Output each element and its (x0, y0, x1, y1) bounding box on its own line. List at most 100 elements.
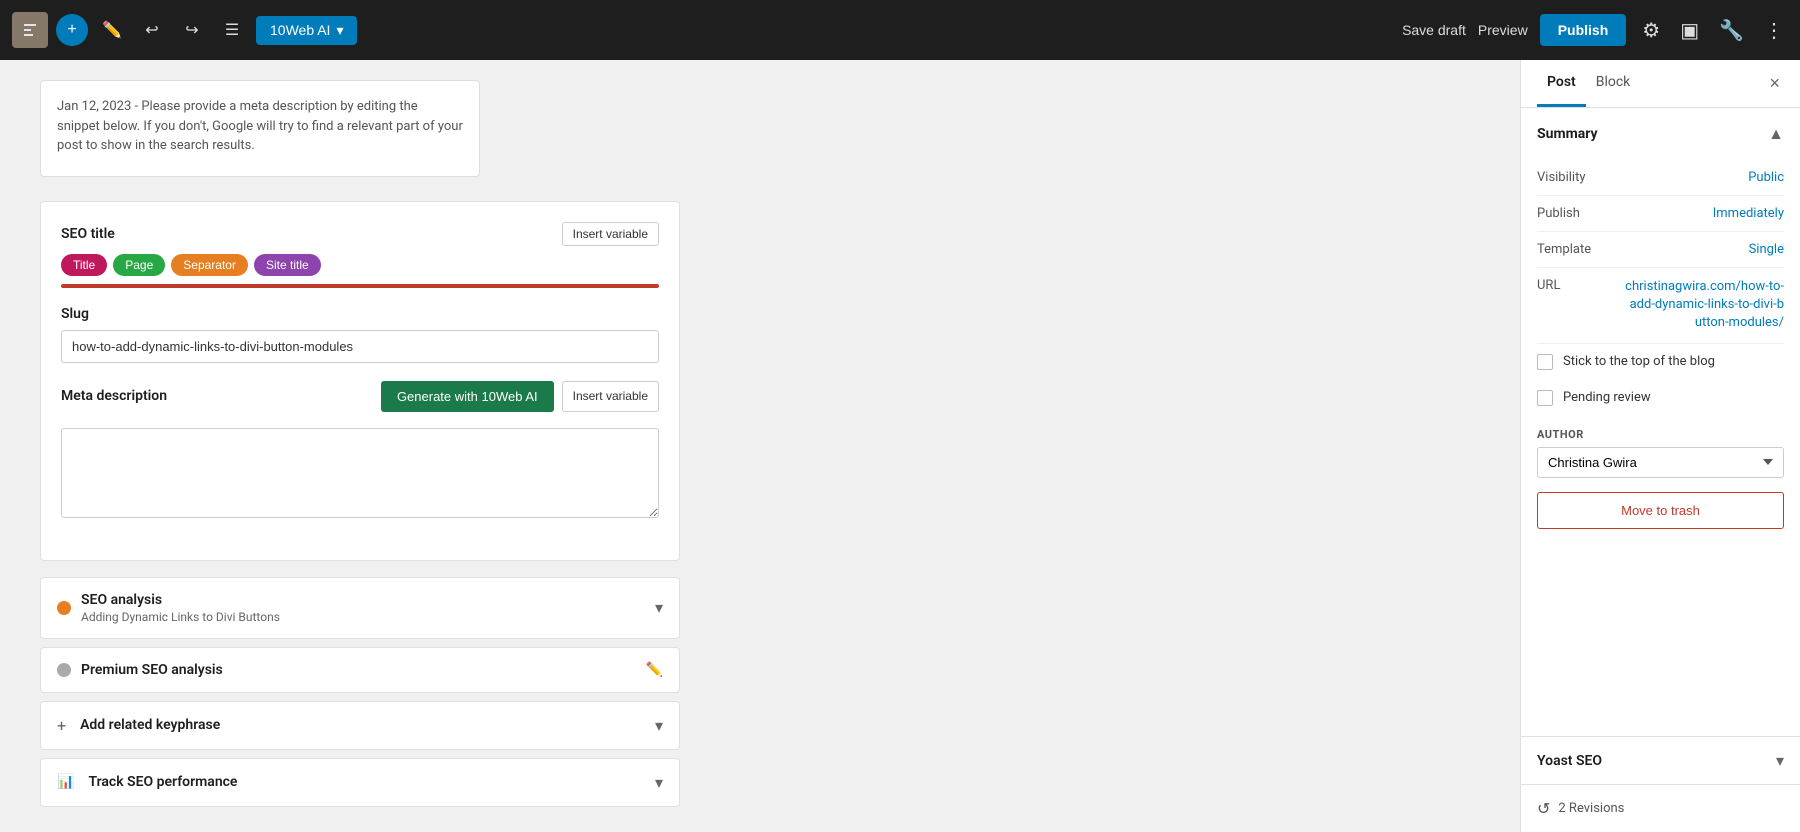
stick-top-label: Stick to the top of the blog (1563, 354, 1715, 369)
tag-separator[interactable]: Separator (171, 254, 248, 276)
premium-seo-header[interactable]: Premium SEO analysis ✏️ (41, 648, 679, 692)
summary-title: Summary (1537, 126, 1598, 142)
seo-analysis-subtitle: Adding Dynamic Links to Divi Buttons (81, 610, 280, 624)
seo-analysis-header[interactable]: SEO analysis Adding Dynamic Links to Div… (41, 578, 679, 638)
url-value[interactable]: christinagwira.com/how-to-add-dynamic-li… (1624, 278, 1784, 333)
visibility-row: Visibility Public (1537, 160, 1784, 196)
visibility-label: Visibility (1537, 170, 1586, 185)
premium-seo-title: Premium SEO analysis (81, 662, 223, 678)
stick-top-checkbox[interactable] (1537, 354, 1553, 370)
seo-title-label: SEO title Insert variable (61, 222, 659, 246)
sidebar-tabs: Post Block × (1521, 60, 1800, 108)
template-value[interactable]: Single (1749, 242, 1784, 257)
tag-title[interactable]: Title (61, 254, 107, 276)
publish-value[interactable]: Immediately (1713, 206, 1784, 221)
tab-block[interactable]: Block (1586, 60, 1641, 107)
settings-icon[interactable]: ⚙ (1638, 14, 1664, 47)
tag-site-title[interactable]: Site title (254, 254, 321, 276)
track-seo-header[interactable]: 📊 Track SEO performance ▾ (41, 759, 679, 806)
yoast-title: Yoast SEO (1537, 753, 1602, 769)
generate-button[interactable]: Generate with 10Web AI (381, 381, 554, 412)
edit-icon[interactable]: ✏️ (646, 662, 663, 678)
summary-header: Summary ▲ (1537, 124, 1784, 144)
slug-field: Slug (61, 306, 659, 363)
chevron-down-icon: ▾ (336, 22, 343, 39)
undo-button[interactable]: ↩ (136, 14, 168, 46)
revisions-section: ↺ 2 Revisions (1521, 784, 1800, 832)
stick-top-row: Stick to the top of the blog (1537, 344, 1784, 380)
tag-row: Title Page Separator Site title (61, 254, 659, 276)
chevron-down-icon: ▾ (655, 598, 663, 617)
right-sidebar: Post Block × Summary ▲ Visibility Public… (1520, 60, 1800, 832)
premium-seo-accordion: Premium SEO analysis ✏️ (40, 647, 680, 693)
publish-button[interactable]: Publish (1540, 14, 1627, 46)
collapse-summary-button[interactable]: ▲ (1768, 124, 1784, 144)
seo-status-dot (57, 601, 71, 615)
yoast-seo-section: Yoast SEO ▾ (1521, 736, 1800, 784)
accordion-right: ▾ (655, 773, 663, 792)
edit-button[interactable]: ✏️ (96, 14, 128, 46)
yoast-chevron-icon[interactable]: ▾ (1776, 751, 1784, 770)
seo-analysis-accordion: SEO analysis Adding Dynamic Links to Div… (40, 577, 680, 639)
slug-input[interactable] (61, 330, 659, 363)
accordion-left: Premium SEO analysis (57, 662, 223, 678)
meta-description-label: Meta description (61, 388, 167, 404)
sidebar-content: Summary ▲ Visibility Public Publish Imme… (1521, 108, 1800, 736)
seo-analysis-info: SEO analysis Adding Dynamic Links to Div… (81, 592, 280, 624)
preview-button[interactable]: Preview (1478, 22, 1528, 38)
accordion-left: + Add related keyphrase (57, 716, 220, 735)
insert-variable-button-2[interactable]: Insert variable (562, 381, 659, 412)
publish-label: Publish (1537, 206, 1580, 221)
redo-button[interactable]: ↪ (176, 14, 208, 46)
pending-review-label: Pending review (1563, 390, 1651, 405)
accordion-sections: SEO analysis Adding Dynamic Links to Div… (40, 577, 680, 807)
tag-page[interactable]: Page (113, 254, 165, 276)
seo-analysis-title: SEO analysis (81, 592, 280, 608)
add-keyphrase-accordion: + Add related keyphrase ▾ (40, 701, 680, 750)
url-label: URL (1537, 278, 1560, 293)
pending-review-checkbox[interactable] (1537, 390, 1553, 406)
seo-title-field: SEO title Insert variable Title Page Sep… (61, 222, 659, 288)
extensions-icon[interactable]: 🔧 (1715, 14, 1748, 47)
site-logo[interactable] (12, 12, 48, 48)
track-seo-title: Track SEO performance (88, 774, 237, 790)
meta-actions: Generate with 10Web AI Insert variable (381, 381, 659, 412)
chart-icon: 📊 (57, 774, 74, 790)
tab-post[interactable]: Post (1537, 60, 1586, 107)
template-label: Template (1537, 242, 1591, 257)
more-options-icon[interactable]: ⋮ (1760, 14, 1788, 47)
revisions-icon: ↺ (1537, 799, 1550, 818)
snippet-card: Jan 12, 2023 - Please provide a meta des… (40, 80, 480, 177)
move-to-trash-button[interactable]: Move to trash (1537, 492, 1784, 529)
insert-variable-button[interactable]: Insert variable (562, 222, 659, 246)
add-keyphrase-header[interactable]: + Add related keyphrase ▾ (41, 702, 679, 749)
premium-seo-dot (57, 663, 71, 677)
visibility-value[interactable]: Public (1748, 170, 1784, 185)
url-row: URL christinagwira.com/how-to-add-dynami… (1537, 268, 1784, 344)
add-block-button[interactable]: + (56, 14, 88, 46)
template-row: Template Single (1537, 232, 1784, 268)
author-select[interactable]: Christina Gwira (1537, 447, 1784, 478)
main-layout: Jan 12, 2023 - Please provide a meta des… (0, 60, 1800, 832)
tools-button[interactable]: ☰ (216, 14, 248, 46)
seo-section: SEO title Insert variable Title Page Sep… (40, 201, 680, 561)
pending-review-row: Pending review (1537, 380, 1784, 416)
editor-area: Jan 12, 2023 - Please provide a meta des… (0, 60, 1520, 832)
accordion-left: SEO analysis Adding Dynamic Links to Div… (57, 592, 280, 624)
chevron-down-icon: ▾ (655, 773, 663, 792)
meta-description-textarea[interactable] (61, 428, 659, 518)
save-draft-button[interactable]: Save draft (1402, 22, 1466, 38)
accordion-right: ▾ (655, 716, 663, 735)
chevron-down-icon: ▾ (655, 716, 663, 735)
layout-icon[interactable]: ▣ (1676, 14, 1703, 47)
snippet-date: Jan 12, 2023 - Please provide a meta des… (57, 97, 463, 156)
close-sidebar-button[interactable]: × (1765, 69, 1784, 98)
meta-description-field: Meta description Generate with 10Web AI … (61, 381, 659, 522)
meta-desc-header: Meta description Generate with 10Web AI … (61, 381, 659, 420)
ai-button[interactable]: 10Web AI ▾ (256, 16, 357, 45)
accordion-right: ✏️ (646, 662, 663, 678)
accordion-right: ▾ (655, 598, 663, 617)
add-keyphrase-title: Add related keyphrase (80, 717, 220, 733)
plus-icon: + (57, 716, 66, 735)
revisions-label[interactable]: 2 Revisions (1558, 801, 1624, 816)
